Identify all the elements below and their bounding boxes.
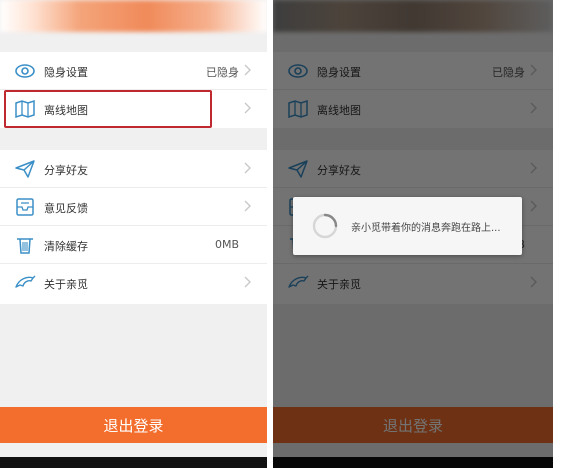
dolphin-icon — [15, 275, 36, 288]
spinner-icon — [312, 213, 338, 239]
settings-row-about[interactable]: 关于亲觅 — [0, 264, 267, 302]
offline-map-highlight — [4, 90, 212, 128]
chevron-right-icon — [244, 64, 251, 76]
settings-row-label: 清除缓存 — [44, 240, 88, 253]
stealth-status-value: 已隐身 — [206, 66, 239, 79]
settings-screen-left: 隐身设置 已隐身 离线地图 分享好友 意见反馈 清除缓存 0MB 关于亲觅 退出… — [0, 0, 267, 468]
settings-group-general: 分享好友 意见反馈 清除缓存 0MB 关于亲觅 — [0, 150, 267, 304]
cache-size-value: 0MB — [214, 238, 239, 251]
chevron-right-icon — [244, 102, 251, 114]
blurred-header — [0, 0, 267, 32]
inbox-icon — [16, 198, 34, 216]
settings-row-label: 意见反馈 — [44, 202, 88, 215]
settings-row-feedback[interactable]: 意见反馈 — [0, 188, 267, 226]
settings-row-label: 关于亲觅 — [44, 278, 88, 291]
eye-icon — [15, 64, 35, 78]
settings-screen-right: 隐身设置 已隐身 离线地图 分享好友 意见反馈 — [273, 0, 553, 468]
settings-row-stealth[interactable]: 隐身设置 已隐身 — [0, 52, 267, 90]
trash-icon — [17, 238, 33, 254]
settings-row-share[interactable]: 分享好友 — [0, 150, 267, 188]
logout-button[interactable]: 退出登录 — [0, 407, 267, 443]
loading-dialog: 亲小觅带着你的消息奔跑在路上... — [293, 197, 522, 255]
loading-message: 亲小觅带着你的消息奔跑在路上... — [351, 223, 501, 234]
paper-plane-icon — [15, 160, 35, 178]
settings-row-label: 分享好友 — [44, 164, 88, 177]
page-margin — [553, 0, 564, 468]
chevron-right-icon — [244, 200, 251, 212]
settings-row-clear-cache[interactable]: 清除缓存 0MB — [0, 226, 267, 264]
settings-row-label: 隐身设置 — [44, 66, 88, 79]
chevron-right-icon — [244, 276, 251, 288]
chevron-right-icon — [244, 162, 251, 174]
nav-bar — [0, 457, 267, 468]
